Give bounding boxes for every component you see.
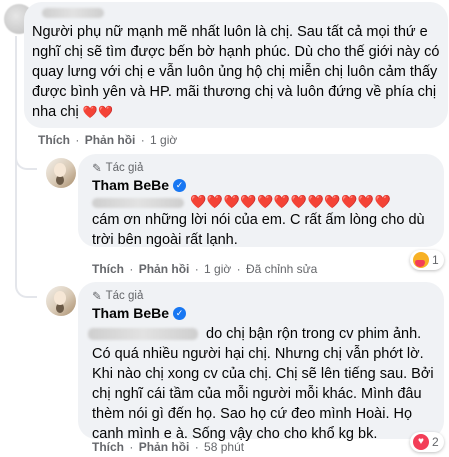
author-tag: ✎ Tác giả: [92, 162, 144, 175]
pencil-icon: ✎: [92, 291, 102, 303]
reply-text: cám ơn những lời nói của em. C rất ấm lò…: [92, 212, 425, 248]
reply-timestamp[interactable]: 1 giờ: [204, 262, 231, 276]
author-tag: ✎ Tác giả: [92, 290, 144, 303]
heart-emoji: ❤️❤️: [82, 105, 114, 119]
reply-link[interactable]: Phản hồi: [139, 262, 190, 276]
reply-text: Có quá nhiều người hại chị. Nhưng chị vẫ…: [92, 346, 434, 442]
reply-link[interactable]: Phản hồi: [139, 440, 190, 454]
thread-connector: [15, 152, 37, 170]
reply-link[interactable]: Phản hồi: [85, 133, 136, 147]
comment-bubble: Người phụ nữ mạnh mẽ nhất luôn là chị. S…: [24, 2, 448, 128]
pencil-icon: ✎: [92, 163, 102, 175]
comment-actions: Thích · Phản hồi · 1 giờ: [38, 133, 178, 147]
commenter-name-redacted[interactable]: [42, 8, 104, 18]
care-reaction-icon: [413, 252, 429, 268]
reply-actions: Thích · Phản hồi · 1 giờ · Đã chỉnh sửa: [92, 262, 318, 276]
author-name[interactable]: Tham BeBe ✓: [92, 177, 187, 193]
reply-bubble: ✎ Tác giả Tham BeBe ✓ do chị bận rộn tro…: [78, 282, 444, 442]
thread-connector: [15, 280, 37, 298]
comment-timestamp[interactable]: 1 giờ: [150, 133, 177, 147]
comment-text: Người phụ nữ mạnh mẽ nhất luôn là chị. S…: [32, 24, 440, 120]
author-avatar[interactable]: [46, 158, 76, 188]
like-link[interactable]: Thích: [38, 133, 70, 147]
author-avatar[interactable]: [46, 286, 76, 316]
mention-redacted[interactable]: [92, 198, 184, 208]
verified-check-icon: ✓: [173, 178, 187, 192]
verified-check-icon: ✓: [173, 306, 187, 320]
love-reaction-icon: ♥: [413, 434, 429, 450]
reply-bubble: ✎ Tác giả Tham BeBe ✓ ❤️❤️❤️❤️❤️❤️❤️❤️❤️…: [78, 154, 444, 248]
edited-label: Đã chỉnh sửa: [245, 262, 318, 276]
like-link[interactable]: Thích: [92, 440, 124, 454]
reply-timestamp[interactable]: 58 phút: [204, 440, 244, 454]
reply-text-first-line: do chị bận rộn trong cv phim ảnh.: [206, 326, 422, 342]
mention-redacted[interactable]: [88, 328, 198, 340]
reaction-summary[interactable]: 1: [410, 250, 444, 270]
author-name[interactable]: Tham BeBe ✓: [92, 305, 187, 321]
reply-actions: Thích · Phản hồi · 58 phút: [92, 440, 245, 454]
like-link[interactable]: Thích: [92, 262, 124, 276]
reaction-summary[interactable]: ♥ 2: [410, 432, 444, 452]
heart-emoji-row: ❤️❤️❤️❤️❤️❤️❤️❤️❤️❤️❤️❤️: [190, 194, 392, 209]
